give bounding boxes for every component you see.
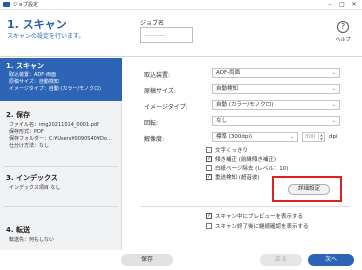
- sharp-text-checkbox[interactable]: 文字くっきり: [206, 146, 248, 154]
- step-detail: イメージタイプ：自動 (カラー/モノクロ): [9, 86, 101, 92]
- image-type-label: イメージタイプ:: [144, 104, 188, 111]
- chevron-down-icon: ⌄: [331, 86, 336, 92]
- sidebar-step-transfer[interactable]: 4. 転送 転送先：何もしない: [0, 221, 122, 251]
- chevron-down-icon: ⌄: [331, 102, 336, 108]
- step-detail: 転送先：何もしない: [9, 237, 55, 243]
- checkbox-label: 文字くっきり: [215, 148, 249, 154]
- highlight-box: [272, 176, 342, 202]
- chevron-down-icon: ⌄: [289, 134, 294, 140]
- app-icon: [3, 2, 10, 7]
- resolution-select[interactable]: 標準 (300dpi) ⌄: [212, 132, 298, 142]
- sidebar-step-save[interactable]: 2. 保存 ファイル名：img20211014_0001.pdf 保存形式：PD…: [0, 104, 122, 162]
- minimize-button[interactable]: –: [324, 0, 336, 10]
- footer: 保存 戻る 次へ: [0, 250, 362, 270]
- job-name-label: ジョブ名: [140, 20, 165, 27]
- step-detail: ファイル名：img20211014_0001.pdf: [9, 122, 99, 128]
- size-label: 原稿サイズ:: [144, 88, 176, 95]
- step-detail: インデックス項目 なし: [9, 185, 61, 191]
- step-divider: [4, 206, 118, 207]
- sidebar-step-scan[interactable]: 1. スキャン 取込装置：ADF-両面 原稿サイズ：自動検知 イメージタイプ：自…: [0, 58, 122, 101]
- chevron-down-icon: ⌄: [331, 70, 336, 76]
- sidebar-step-index[interactable]: 3. インデックス インデックス項目 なし: [0, 169, 122, 199]
- step-detail: 保存フォルダー：C:¥Users¥0090S40¥Do…: [9, 136, 112, 142]
- window-controls: – □ ✕: [324, 0, 360, 10]
- size-select[interactable]: 自動検知 ⌄: [212, 84, 340, 94]
- step-title: 2. 保存: [6, 111, 30, 119]
- checkbox-label: スキャン終了後に継続確認を表示する: [215, 224, 309, 230]
- divider: [140, 206, 350, 207]
- checkbox-box[interactable]: ✓: [206, 156, 212, 162]
- checkbox-box[interactable]: ✓: [206, 174, 212, 180]
- help-label: ヘルプ: [335, 37, 351, 43]
- rotation-select[interactable]: なし ⌄: [212, 116, 340, 126]
- source-value: ADF-両面: [216, 70, 241, 76]
- image-type-select[interactable]: 自動 (カラー/モノクロ) ⌄: [212, 100, 340, 110]
- page-title: 1. スキャン: [7, 18, 67, 31]
- job-name-input[interactable]: --------: [140, 27, 193, 43]
- step-detail: 原稿サイズ：自動検知: [9, 79, 59, 85]
- maximize-button[interactable]: □: [336, 0, 348, 10]
- sidebar: 1. スキャン 取込装置：ADF-両面 原稿サイズ：自動検知 イメージタイプ：自…: [0, 58, 122, 270]
- help-button[interactable]: ? ヘルプ: [332, 21, 354, 43]
- back-button[interactable]: 戻る: [260, 254, 302, 266]
- header: 1. スキャン スキャンの設定を行います。 ジョブ名 -------- ? ヘル…: [0, 10, 362, 57]
- double-feed-checkbox[interactable]: ✓ 重送検知 (超音波): [206, 173, 260, 181]
- resolution-label: 解像度:: [144, 136, 165, 143]
- checkbox-label: 重送検知 (超音波): [215, 175, 260, 181]
- checkbox-label: 傾き補正 (前縁傾き補正): [215, 157, 277, 163]
- step-detail: 仕分け方法：なし: [9, 143, 50, 149]
- resolution-number: 300: [305, 134, 316, 140]
- spinner-arrows-icon[interactable]: ▲ ▼: [318, 133, 324, 141]
- deskew-checkbox[interactable]: ✓ 傾き補正 (前縁傾き補正): [206, 155, 276, 163]
- blank-page-removal-checkbox[interactable]: 白紙ページ除去 (レベル：10): [206, 164, 288, 172]
- title-bar: ジョブ設定 – □ ✕: [0, 0, 362, 10]
- source-label: 取込装置:: [144, 72, 171, 79]
- step-title: 1. スキャン: [6, 62, 44, 70]
- next-button[interactable]: 次へ: [308, 254, 354, 266]
- preview-checkbox[interactable]: ✓ スキャン中にプレビューを表示する: [206, 212, 303, 220]
- rotation-label: 回転:: [144, 120, 159, 127]
- checkbox-label: スキャン中にプレビューを表示する: [215, 214, 304, 220]
- help-icon: ?: [337, 21, 349, 33]
- resolution-spinner[interactable]: 300 ▲ ▼: [302, 132, 325, 142]
- page-subtitle: スキャンの設定を行います。: [7, 33, 85, 40]
- checkbox-box[interactable]: [206, 223, 212, 229]
- checkbox-box[interactable]: ✓: [206, 213, 212, 219]
- image-type-value: 自動 (カラー/モノクロ): [216, 102, 274, 108]
- step-detail: 取込装置：ADF-両面: [9, 72, 56, 78]
- dpi-unit: dpi: [329, 134, 338, 140]
- step-title: 3. インデックス: [6, 174, 58, 182]
- source-select[interactable]: ADF-両面 ⌄: [212, 68, 340, 78]
- chevron-down-icon: ⌄: [331, 118, 336, 124]
- size-value: 自動検知: [216, 86, 239, 92]
- close-button[interactable]: ✕: [348, 0, 360, 10]
- continue-confirm-checkbox[interactable]: スキャン終了後に継続確認を表示する: [206, 222, 309, 230]
- step-title: 4. 転送: [6, 226, 30, 234]
- save-button[interactable]: 保存: [121, 254, 173, 266]
- window-title: ジョブ設定: [13, 2, 39, 8]
- step-detail: 保存形式：PDF: [9, 129, 44, 135]
- checkbox-label: 白紙ページ除去 (レベル：10): [215, 166, 289, 172]
- step-divider: [4, 166, 118, 167]
- checkbox-box[interactable]: [206, 147, 212, 153]
- checkbox-box[interactable]: [206, 165, 212, 171]
- resolution-value: 標準 (300dpi): [216, 134, 253, 140]
- rotation-value: なし: [216, 118, 228, 124]
